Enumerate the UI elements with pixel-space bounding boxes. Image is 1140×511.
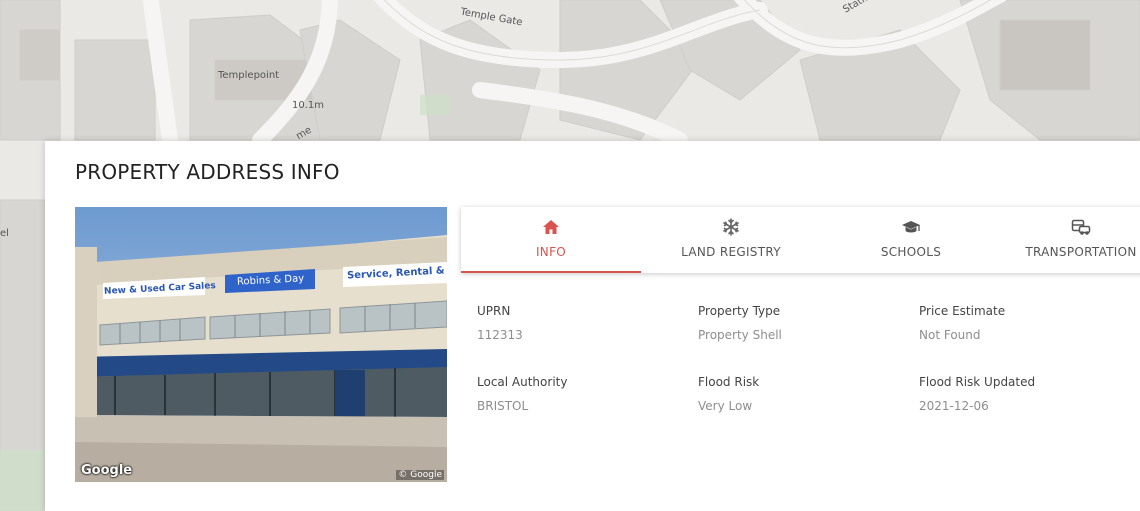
- tab-transportation-label: TRANSPORTATION: [1025, 245, 1137, 259]
- field-property-type: Property Type Property Shell: [698, 304, 782, 342]
- field-price-estimate-value: Not Found: [919, 328, 981, 342]
- street-view-image[interactable]: New & Used Car Sales Robins & Day Servic…: [75, 207, 447, 482]
- field-flood-risk-updated-value: 2021-12-06: [919, 399, 989, 413]
- tab-transportation[interactable]: TRANSPORTATION: [1001, 207, 1140, 273]
- street-view-illustration: [75, 207, 447, 482]
- modal-title: PROPERTY ADDRESS INFO: [75, 160, 340, 184]
- tab-underline: [641, 271, 821, 273]
- property-info-modal: PROPERTY ADDRESS INFO New & Used Car Sal…: [45, 141, 1140, 511]
- tab-info-label: INFO: [535, 245, 567, 259]
- map-label-height: 10.1m: [292, 100, 325, 111]
- graduation-cap-icon: [900, 217, 922, 237]
- field-property-type-value: Property Shell: [698, 328, 782, 342]
- field-price-estimate-label: Price Estimate: [919, 304, 1006, 318]
- snowflake-icon: [720, 217, 742, 237]
- field-uprn: UPRN 112313: [477, 304, 523, 342]
- google-copyright: © Google: [396, 470, 444, 480]
- field-local-authority-label: Local Authority: [477, 375, 568, 389]
- tab-info[interactable]: INFO: [461, 207, 641, 273]
- field-uprn-label: UPRN: [477, 304, 511, 318]
- tab-land-registry[interactable]: LAND REGISTRY: [641, 207, 821, 273]
- field-price-estimate: Price Estimate Not Found: [919, 304, 1005, 342]
- field-flood-risk-updated-label: Flood Risk Updated: [919, 375, 1036, 389]
- tab-schools[interactable]: SCHOOLS: [821, 207, 1001, 273]
- field-flood-risk: Flood Risk Very Low: [698, 375, 759, 413]
- tab-underline: [821, 271, 1001, 273]
- field-flood-risk-label: Flood Risk: [698, 375, 760, 389]
- field-property-type-label: Property Type: [698, 304, 781, 318]
- field-local-authority-value: BRISTOL: [477, 399, 529, 413]
- google-logo: Google: [81, 463, 133, 478]
- tab-land-registry-label: LAND REGISTRY: [681, 245, 781, 259]
- map-label-partial-left: el: [0, 228, 9, 239]
- tab-active-underline: [461, 271, 641, 273]
- property-tabs: INFO LAND REGISTRY SCHOOLS TRANSPORTATIO…: [461, 207, 1140, 273]
- map-label-templepoint: Templepoint: [218, 70, 280, 81]
- field-uprn-value: 112313: [477, 328, 523, 342]
- field-flood-risk-updated: Flood Risk Updated 2021-12-06: [919, 375, 1035, 413]
- tab-underline: [1001, 271, 1140, 273]
- home-icon: [540, 217, 562, 237]
- tab-schools-label: SCHOOLS: [880, 245, 942, 259]
- bus-car-icon: [1070, 217, 1092, 237]
- field-local-authority: Local Authority BRISTOL: [477, 375, 567, 413]
- field-flood-risk-value: Very Low: [698, 399, 753, 413]
